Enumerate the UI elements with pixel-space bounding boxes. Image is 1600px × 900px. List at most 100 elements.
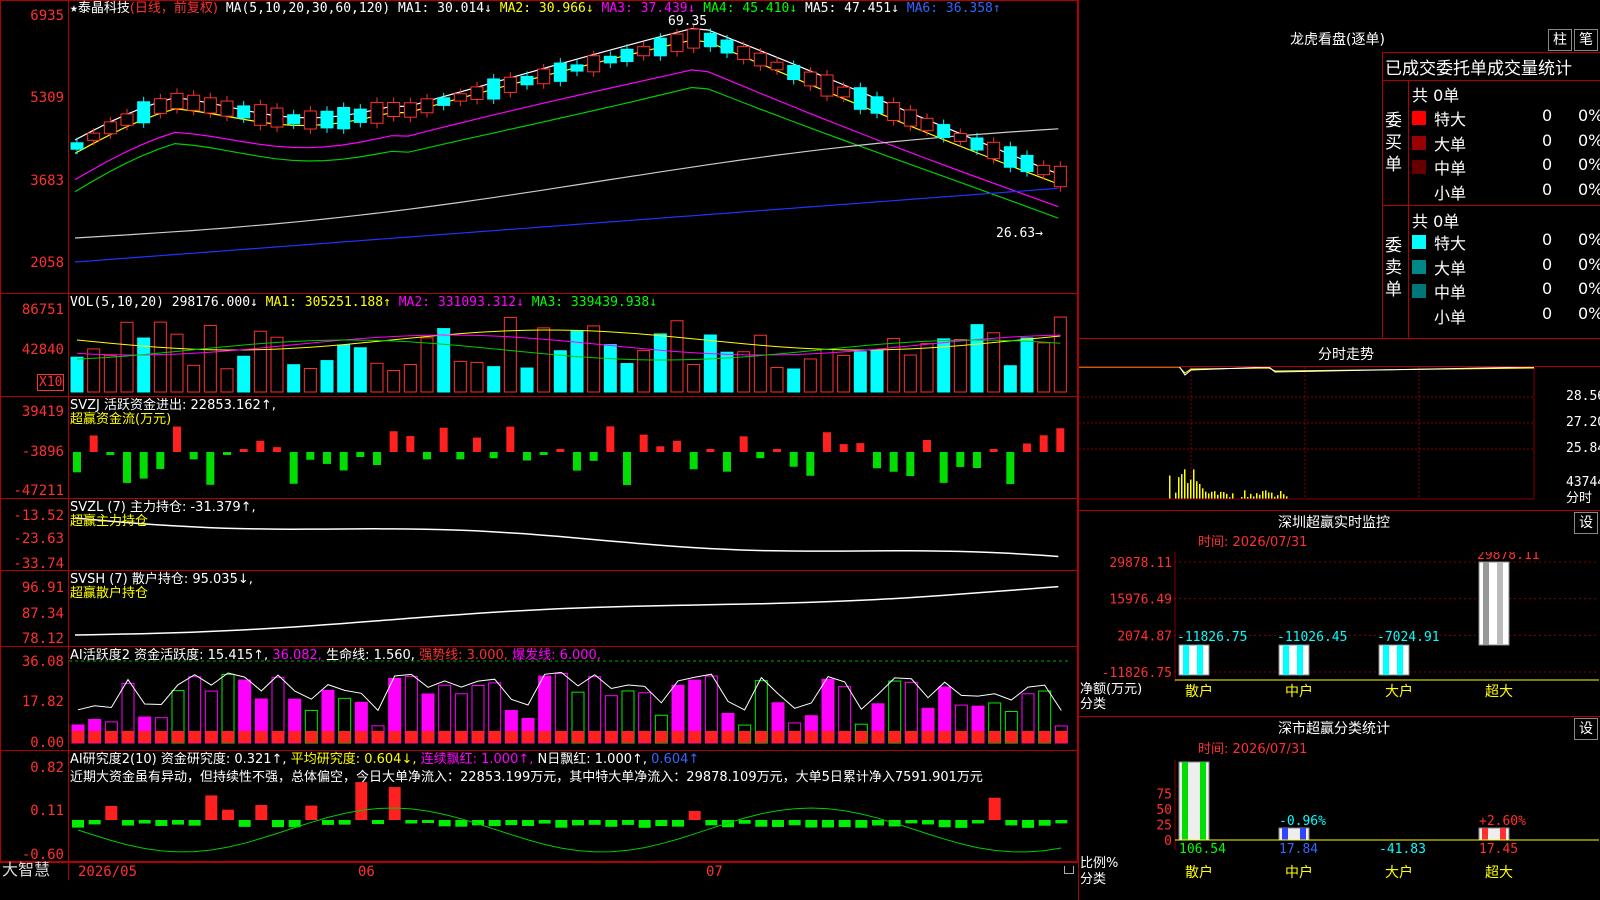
ai2-tick: 0.11 [30,803,64,819]
fenshi-volume-bar [1226,493,1228,499]
volume-bar [753,334,767,393]
svzl-tick: -23.63 [13,531,64,547]
research-bar [672,820,684,827]
volume-bar [553,350,567,393]
classify-bar [1278,827,1310,841]
kline-chart-area[interactable] [69,0,1077,862]
vol-axis: 86751 42840 X10 [0,296,65,396]
candle-body [737,46,751,60]
fenshi-foot: 分时 [1566,491,1593,506]
research-bar [522,820,534,826]
candle-body [770,61,784,71]
research-bar [422,820,434,824]
ma2-value: MA2: 30.966↓ [499,1,594,16]
svzj-tick: 39419 [21,404,64,420]
ai1-v4: 强势线: 3.000, [419,648,508,663]
research-bar [555,820,568,828]
lhb-divider [1408,80,1409,338]
fund-flow-bar [73,452,81,473]
research-bar [155,820,168,826]
candle-body [937,124,951,138]
tick-mode-button[interactable]: 笔 [1574,29,1598,51]
candle-body [237,105,251,119]
research-bar [105,805,118,820]
svzl-tick: -33.74 [13,556,64,572]
candle-body [203,97,217,114]
monitor-bar-stripe [1497,562,1503,645]
intraday-chart[interactable] [1079,367,1599,507]
volume-bar [237,355,251,393]
volume-bar [287,364,301,393]
activity-base-bar [405,731,418,743]
favorite-star-icon[interactable]: ★ [70,1,78,16]
classify-category-label: 大户 [1385,864,1413,881]
classify-bar-stripe [1500,828,1506,840]
candle-body [720,39,734,54]
candle-body [487,78,501,100]
date-label: 06 [358,864,375,880]
volume-bar [220,368,234,393]
research-bar [438,820,451,827]
monitor-bar [1178,644,1210,676]
research-bar [755,820,768,827]
bar-mode-button[interactable]: 柱 [1548,29,1572,51]
activity-base-bar [1022,731,1034,743]
brand-logo: 大智慧 [2,860,51,879]
price-axis: 6935 5309 3683 2058 [0,0,64,290]
monitor-bottom-border [1078,716,1600,717]
candle-body [803,71,817,87]
volume-bar [987,332,1001,393]
activity-base-bar [622,731,634,743]
candle-body [270,107,284,128]
activity-base-bar [505,731,518,743]
research-bar [388,787,401,820]
activity-base-bar [238,731,251,743]
candle-body [520,75,534,86]
fenshi-price-line [1179,367,1535,376]
monitor-value-label: 29878.11 [1477,552,1540,563]
svzl-sub: 超赢主力持仓 [70,514,149,529]
research-bar [638,820,651,828]
fund-flow-bar [906,452,915,477]
activity-base-bar [205,731,218,743]
research-bar [322,820,334,825]
activity-base-bar [538,731,551,743]
fenshi-tick: 25.84 [1566,441,1600,456]
monitor-ylabel: 净额(万元) [1080,682,1143,697]
candle-body [820,74,834,97]
order-count: 0 [1542,179,1553,199]
ai2-header: AI研究度2(10) 资金研究度: 0.321↑, 平均研究度: 0.604↓,… [70,753,699,767]
sell-total: 共 0单 [1412,212,1460,231]
volume-bar [703,334,717,393]
ai2-tick: 0.82 [30,760,64,776]
classify-settings-button[interactable]: 设 [1574,718,1598,740]
volume-bar [970,324,984,393]
activity-base-bar [555,731,568,743]
low-price-note: 26.63→ [996,226,1043,241]
fenshi-volume-bar [1214,491,1216,499]
lock-icon[interactable] [1064,866,1074,874]
classify-category-label: 中户 [1285,864,1313,881]
activity-base-bar [688,731,701,743]
volume-bar [903,354,917,393]
ai2-v5: 0.604↑ [651,752,700,767]
svzj-axis: 39419 -3896 -47211 [0,398,64,499]
classify-value-label: 106.54 [1179,842,1226,857]
monitor-bar [1478,561,1510,646]
volume-bar [303,368,317,393]
volume-bar [403,364,417,393]
research-bar [88,820,101,825]
candle-body [320,110,334,129]
price-tick: 5309 [30,90,64,106]
research-bar [538,820,551,824]
activity-base-bar [1038,731,1051,743]
monitor-settings-button[interactable]: 设 [1574,512,1598,534]
classify-category-label: 散户 [1185,864,1213,881]
classify-pct-label: +2.60% [1479,814,1526,829]
research-bar [172,820,184,825]
activity-base-bar [488,731,501,743]
volume-bar [520,367,534,393]
chart-mode[interactable]: (日线，前复权) [130,1,218,16]
research-bar [488,820,501,827]
svsh-axis: 96.91 87.34 78.12 [0,572,64,647]
